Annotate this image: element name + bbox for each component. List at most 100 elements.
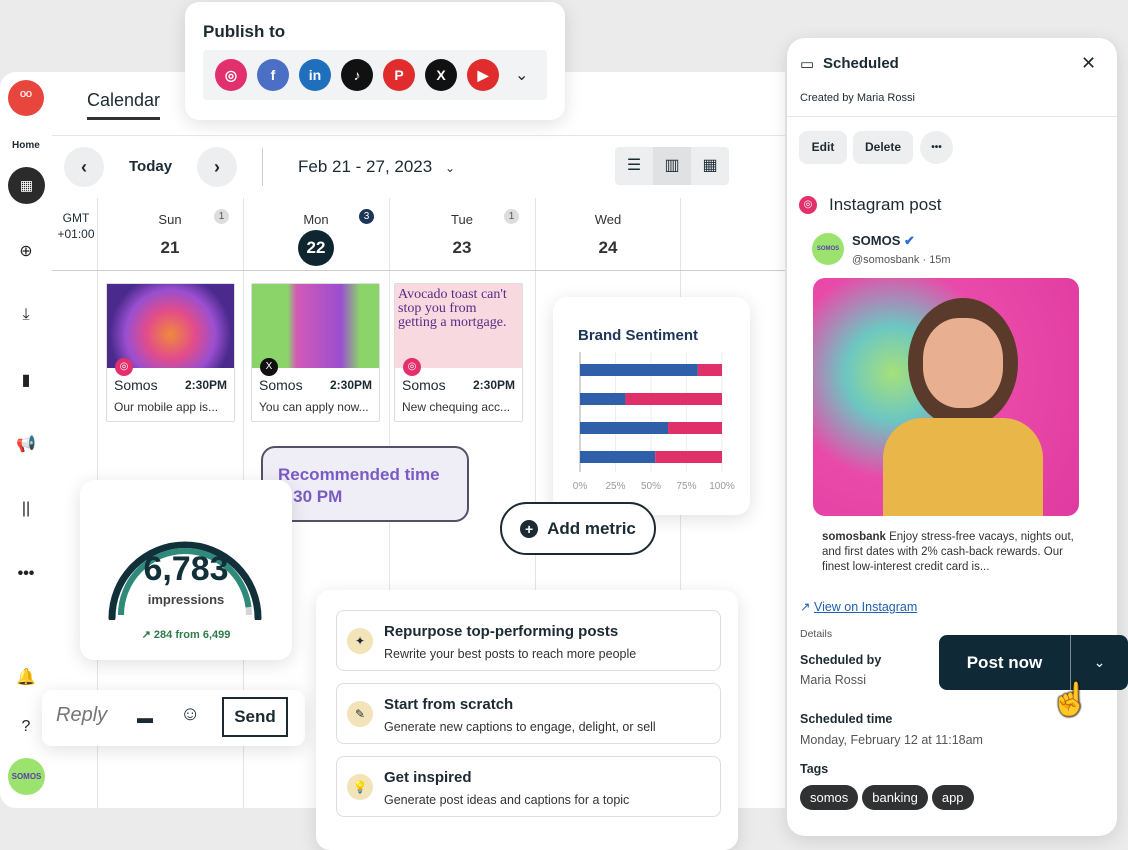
scheduled-by-label: Scheduled by: [800, 653, 882, 667]
tab-calendar[interactable]: Calendar: [87, 90, 161, 120]
tag[interactable]: app: [931, 785, 974, 810]
add-metric-button[interactable]: + Add metric: [500, 502, 656, 555]
comment-icon[interactable]: ▬: [131, 705, 159, 733]
brand-sentiment-card: Brand Sentiment 0% 25% 50% 75% 100%: [553, 297, 750, 515]
suggestion-desc: Generate post ideas and captions for a t…: [384, 793, 630, 807]
inbox-icon[interactable]: ⤓: [12, 301, 40, 329]
impressions-card: 6,783 impressions ↗ 284 from 6,499: [80, 480, 292, 660]
tag[interactable]: banking: [862, 785, 928, 810]
avatar[interactable]: SOMOS: [8, 758, 45, 795]
reply-input[interactable]: [56, 704, 126, 727]
calendar-nav-icon[interactable]: ▦: [8, 167, 45, 204]
post-type: Instagram post: [829, 195, 942, 214]
month-view-icon[interactable]: ▦: [691, 147, 729, 185]
post-card[interactable]: Avocado toast can't stop you from gettin…: [394, 283, 523, 422]
bar-segment: [580, 364, 698, 376]
tz-offset: +01:00: [57, 227, 95, 241]
instagram-icon: ◎: [115, 358, 133, 376]
post-text: New chequing acc...: [402, 400, 511, 414]
link-text: View on Instagram: [813, 600, 918, 614]
tags-label: Tags: [800, 762, 829, 776]
date-tue[interactable]: 23: [389, 238, 535, 258]
suggestion-inspired[interactable]: 💡 Get inspired Generate post ideas and cap…: [336, 756, 721, 817]
x-tick-label: 25%: [605, 481, 625, 492]
delta-text: 284 from 6,499: [153, 629, 231, 641]
sidebar-home[interactable]: Home: [12, 140, 40, 151]
delete-button[interactable]: Delete: [853, 131, 913, 164]
emoji-icon[interactable]: ☺: [180, 703, 200, 726]
day-wed: Wed: [594, 212, 622, 227]
suggestion-desc: Generate new captions to engage, delight…: [384, 720, 656, 734]
chevron-down-icon: ⌄: [444, 161, 456, 175]
post-card[interactable]: ◎ Somos 2:30PM Our mobile app is...: [106, 283, 235, 422]
edit-button[interactable]: Edit: [799, 131, 847, 164]
owl-logo-icon[interactable]: ºº: [8, 80, 44, 116]
more-icon[interactable]: •••: [12, 560, 40, 588]
view-on-instagram-link[interactable]: ↗ View on Instagram: [800, 599, 917, 614]
today-button[interactable]: Today: [129, 158, 172, 175]
external-link-icon: ↗: [800, 600, 814, 614]
more-button[interactable]: •••: [920, 131, 953, 164]
scheduled-time: Monday, February 12 at 11:18am: [800, 733, 983, 747]
suggestion-desc: Rewrite your best posts to reach more pe…: [384, 647, 637, 661]
x-icon[interactable]: X: [425, 59, 457, 91]
help-icon[interactable]: ?: [12, 713, 40, 741]
divider: [262, 148, 263, 186]
chevron-down-icon[interactable]: ⌄: [515, 65, 528, 85]
create-icon[interactable]: ⊕: [12, 237, 40, 265]
reply-bar: ▬ ☺ Send: [42, 690, 305, 746]
suggestion-scratch[interactable]: ✎ Start from scratch Generate new captions…: [336, 683, 721, 744]
linkedin-icon[interactable]: in: [299, 59, 331, 91]
prev-week-button[interactable]: ‹: [64, 147, 104, 187]
publish-title: Publish to: [203, 22, 286, 41]
post-card[interactable]: X Somos 2:30PM You can apply now...: [251, 283, 380, 422]
x-tick-label: 100%: [709, 481, 735, 492]
details-heading: Details: [800, 628, 833, 640]
post-caption: somosbank Enjoy stress-free vacays, nigh…: [822, 530, 1092, 575]
chart-title: Brand Sentiment: [578, 327, 699, 344]
date-sun[interactable]: 21: [97, 238, 243, 258]
instagram-icon: ◎: [403, 358, 421, 376]
account-avatar: SOMOS: [812, 233, 844, 265]
suggestion-repurpose[interactable]: ✦ Repurpose top-performing posts Rewrite y…: [336, 610, 721, 671]
instagram-icon[interactable]: ◎: [215, 59, 247, 91]
analytics-icon[interactable]: ▮: [12, 366, 40, 394]
close-icon[interactable]: ✕: [1081, 53, 1096, 74]
list-view-icon[interactable]: ☰: [615, 147, 653, 185]
date-range: Feb 21 - 27, 2023: [298, 157, 433, 176]
date-mon[interactable]: 22: [298, 230, 334, 266]
post-now-split-button: Post now ⌄: [939, 635, 1128, 690]
youtube-icon[interactable]: ▶: [467, 59, 499, 91]
pinterest-icon[interactable]: P: [383, 59, 415, 91]
post-text: You can apply now...: [259, 400, 369, 414]
magic-wand-icon: ✦: [347, 628, 373, 654]
post-time: 2:30PM: [472, 378, 515, 392]
suggestion-title: Repurpose top-performing posts: [384, 623, 619, 640]
x-tick-label: 50%: [641, 481, 661, 492]
next-week-button[interactable]: ›: [197, 147, 237, 187]
week-view-icon[interactable]: ▥: [653, 147, 691, 185]
post-image: Avocado toast can't stop you from gettin…: [395, 284, 522, 368]
divider: [787, 116, 1117, 117]
post-account: Somos: [402, 377, 446, 393]
recommended-time[interactable]: Recommended time 2:30 PM: [261, 446, 469, 522]
impressions-label: impressions: [147, 592, 225, 607]
facebook-icon[interactable]: f: [257, 59, 289, 91]
post-count: 3: [359, 209, 374, 224]
bell-icon[interactable]: 🔔: [12, 663, 40, 691]
megaphone-icon[interactable]: 📢: [12, 430, 40, 458]
lightbulb-icon: 💡: [347, 774, 373, 800]
tag[interactable]: somos: [800, 785, 859, 810]
date-wed[interactable]: 24: [535, 238, 681, 258]
publish-to-card: Publish to ◎ f in ♪ P X ▶ ⌄: [185, 2, 565, 120]
post-image: [813, 278, 1079, 516]
tiktok-icon[interactable]: ♪: [341, 59, 373, 91]
instagram-icon: ◎: [799, 196, 817, 214]
send-button[interactable]: Send: [222, 697, 288, 737]
date-range-dropdown[interactable]: Feb 21 - 27, 2023 ⌄: [298, 157, 455, 177]
scheduled-by: Maria Rossi: [800, 673, 866, 687]
account-label: SOMOS: [852, 233, 901, 248]
listening-icon[interactable]: ||: [12, 495, 40, 523]
calendar-icon: ▭: [800, 56, 815, 73]
hand-cursor-icon: ☝: [1050, 681, 1090, 717]
